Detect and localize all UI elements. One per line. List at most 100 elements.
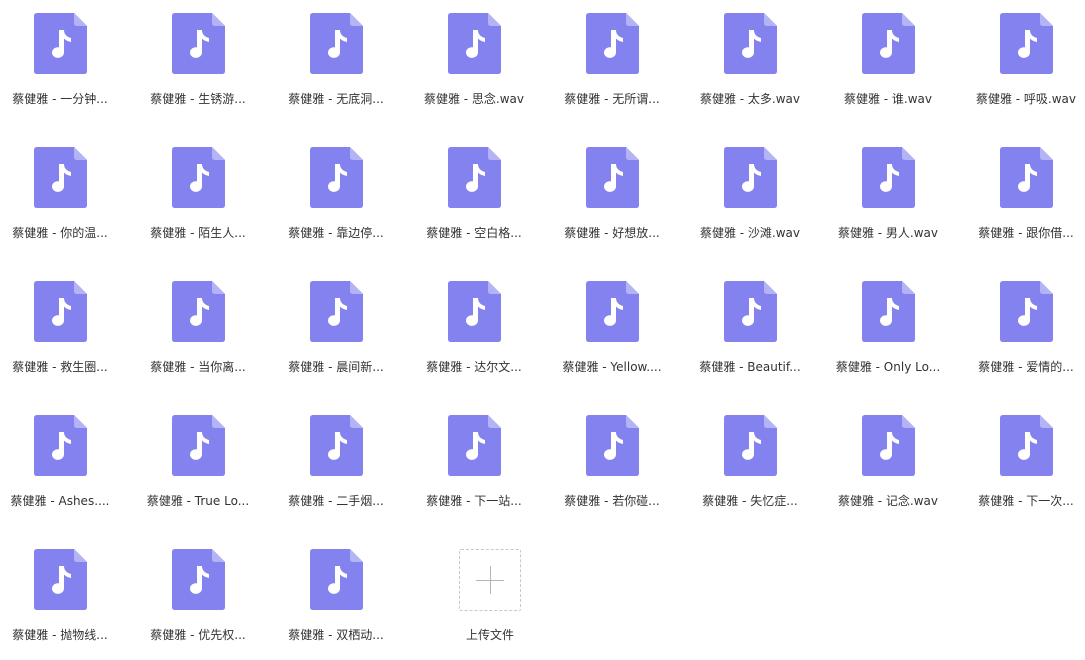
file-item[interactable]: 蔡健雅 - Only Lo... [828, 268, 948, 378]
music-file-icon [724, 13, 777, 74]
file-item[interactable]: 蔡健雅 - 优先权... [138, 536, 258, 646]
music-file-icon [172, 549, 225, 610]
music-file-icon [586, 13, 639, 74]
music-file-icon [172, 13, 225, 74]
file-item[interactable]: 蔡健雅 - 谁.wav [828, 0, 948, 110]
file-name: 蔡健雅 - 记念.wav [837, 494, 939, 508]
file-name: 蔡健雅 - 下一站... [426, 494, 522, 508]
upload-file-button[interactable]: 上传文件 [430, 536, 550, 646]
file-name: 蔡健雅 - 救生圈... [12, 360, 108, 374]
file-name: 蔡健雅 - Beautif... [699, 360, 801, 374]
music-file-icon [1000, 415, 1053, 476]
upload-drop-zone[interactable] [459, 549, 521, 611]
music-file-icon [448, 415, 501, 476]
music-file-icon [34, 147, 87, 208]
music-file-icon [586, 281, 639, 342]
music-file-icon [34, 415, 87, 476]
file-name: 蔡健雅 - Ashes.... [10, 494, 110, 508]
music-file-icon [34, 13, 87, 74]
file-name: 蔡健雅 - 一分钟... [12, 92, 108, 106]
file-name: 蔡健雅 - 下一次... [978, 494, 1074, 508]
music-file-icon [448, 281, 501, 342]
file-item[interactable]: 蔡健雅 - 爱情的... [966, 268, 1085, 378]
file-name: 蔡健雅 - 呼吸.wav [975, 92, 1077, 106]
file-item[interactable]: 蔡健雅 - 空白格... [414, 134, 534, 244]
file-name: 蔡健雅 - 晨间新... [288, 360, 384, 374]
music-file-icon [862, 13, 915, 74]
file-name: 蔡健雅 - 靠边停... [288, 226, 384, 240]
file-item[interactable]: 蔡健雅 - 若你碰... [552, 402, 672, 512]
file-item[interactable]: 蔡健雅 - 记念.wav [828, 402, 948, 512]
music-file-icon [310, 549, 363, 610]
music-file-icon [724, 147, 777, 208]
music-file-icon [310, 147, 363, 208]
file-grid: 蔡健雅 - 一分钟... 蔡健雅 - 生锈游... 蔡健雅 - 无底洞... 蔡健雅 … [0, 0, 1085, 660]
music-file-icon [448, 147, 501, 208]
file-name: 蔡健雅 - 跟你借... [978, 226, 1074, 240]
file-name: 蔡健雅 - Only Lo... [835, 360, 941, 374]
music-file-icon [310, 13, 363, 74]
file-name: 蔡健雅 - 好想放... [564, 226, 660, 240]
file-name: 蔡健雅 - Yellow.... [562, 360, 662, 374]
file-item[interactable]: 蔡健雅 - 你的温... [0, 134, 120, 244]
music-file-icon [724, 415, 777, 476]
file-item[interactable]: 蔡健雅 - Yellow.... [552, 268, 672, 378]
file-item[interactable]: 蔡健雅 - 救生圈... [0, 268, 120, 378]
file-item[interactable]: 蔡健雅 - 太多.wav [690, 0, 810, 110]
file-item[interactable]: 蔡健雅 - 思念.wav [414, 0, 534, 110]
music-file-icon [34, 281, 87, 342]
file-item[interactable]: 蔡健雅 - 下一站... [414, 402, 534, 512]
file-item[interactable]: 蔡健雅 - 沙滩.wav [690, 134, 810, 244]
file-item[interactable]: 蔡健雅 - 陌生人... [138, 134, 258, 244]
file-name: 蔡健雅 - 沙滩.wav [699, 226, 801, 240]
music-file-icon [586, 415, 639, 476]
file-item[interactable]: 蔡健雅 - 跟你借... [966, 134, 1085, 244]
music-file-icon [862, 281, 915, 342]
file-item[interactable]: 蔡健雅 - 生锈游... [138, 0, 258, 110]
file-item[interactable]: 蔡健雅 - 下一次... [966, 402, 1085, 512]
upload-file-label: 上传文件 [465, 628, 514, 642]
file-item[interactable]: 蔡健雅 - 无所谓... [552, 0, 672, 110]
music-file-icon [862, 147, 915, 208]
music-file-icon [586, 147, 639, 208]
file-item[interactable]: 蔡健雅 - 当你离... [138, 268, 258, 378]
file-item[interactable]: 蔡健雅 - 呼吸.wav [966, 0, 1085, 110]
file-item[interactable]: 蔡健雅 - 靠边停... [276, 134, 396, 244]
file-item[interactable]: 蔡健雅 - 好想放... [552, 134, 672, 244]
file-name: 蔡健雅 - 陌生人... [150, 226, 246, 240]
file-item[interactable]: 蔡健雅 - 达尔文... [414, 268, 534, 378]
file-item[interactable]: 蔡健雅 - 晨间新... [276, 268, 396, 378]
file-name: 蔡健雅 - 生锈游... [150, 92, 246, 106]
file-item[interactable]: 蔡健雅 - Beautif... [690, 268, 810, 378]
file-name: 蔡健雅 - True Lo... [146, 494, 250, 508]
music-file-icon [1000, 147, 1053, 208]
file-item[interactable]: 蔡健雅 - True Lo... [138, 402, 258, 512]
file-item[interactable]: 蔡健雅 - 二手烟... [276, 402, 396, 512]
file-item[interactable]: 蔡健雅 - 双栖动... [276, 536, 396, 646]
file-name: 蔡健雅 - 二手烟... [288, 494, 384, 508]
music-file-icon [34, 549, 87, 610]
music-file-icon [862, 415, 915, 476]
file-name: 蔡健雅 - 太多.wav [699, 92, 801, 106]
music-file-icon [172, 147, 225, 208]
file-name: 蔡健雅 - 失忆症... [702, 494, 798, 508]
music-file-icon [310, 281, 363, 342]
music-file-icon [172, 415, 225, 476]
file-name: 蔡健雅 - 空白格... [426, 226, 522, 240]
file-name: 蔡健雅 - 双栖动... [288, 628, 384, 642]
music-file-icon [724, 281, 777, 342]
file-name: 蔡健雅 - 你的温... [12, 226, 108, 240]
file-item[interactable]: 蔡健雅 - 一分钟... [0, 0, 120, 110]
file-name: 蔡健雅 - 达尔文... [426, 360, 522, 374]
music-file-icon [310, 415, 363, 476]
file-item[interactable]: 蔡健雅 - 抛物线... [0, 536, 120, 646]
music-file-icon [1000, 281, 1053, 342]
file-name: 蔡健雅 - 抛物线... [12, 628, 108, 642]
file-item[interactable]: 蔡健雅 - 无底洞... [276, 0, 396, 110]
file-name: 蔡健雅 - 无底洞... [288, 92, 384, 106]
file-item[interactable]: 蔡健雅 - 男人.wav [828, 134, 948, 244]
music-file-icon [1000, 13, 1053, 74]
file-name: 蔡健雅 - 谁.wav [843, 92, 933, 106]
file-item[interactable]: 蔡健雅 - Ashes.... [0, 402, 120, 512]
file-item[interactable]: 蔡健雅 - 失忆症... [690, 402, 810, 512]
